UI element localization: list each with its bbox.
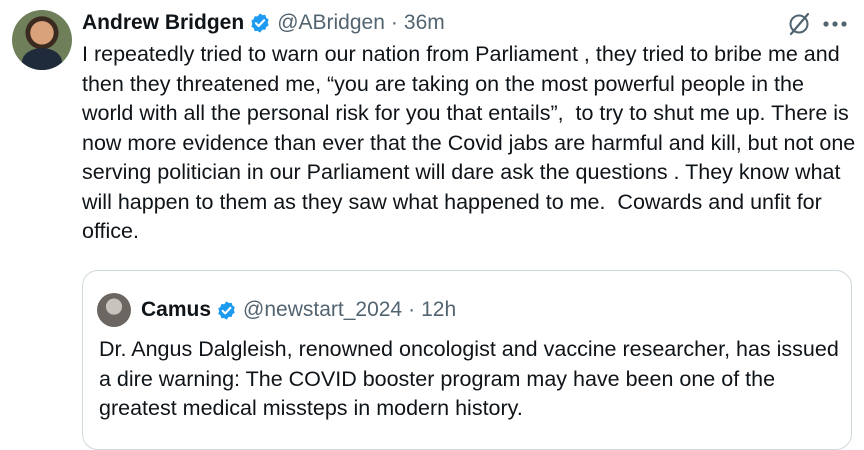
separator-dot: · (408, 298, 416, 321)
separator-dot: · (390, 11, 398, 34)
author-handle[interactable]: @ABridgen (277, 11, 385, 35)
author-avatar[interactable] (12, 10, 72, 70)
quote-timestamp[interactable]: 12h (421, 298, 456, 322)
tweet-text: I repeatedly tried to warn our nation fr… (82, 42, 862, 243)
grok-icon[interactable] (787, 12, 811, 36)
verified-badge-icon (251, 13, 269, 33)
quote-author-name[interactable]: Camus (141, 298, 211, 322)
verified-badge-icon (218, 300, 235, 320)
timestamp[interactable]: 36m (404, 11, 445, 35)
more-options-icon[interactable] (818, 10, 852, 36)
quote-author-handle[interactable]: @newstart_2024 (243, 298, 402, 322)
author-name[interactable]: Andrew Bridgen (82, 11, 244, 35)
tweet-header: Andrew Bridgen @ABridgen · 36m (82, 8, 445, 38)
quote-author-avatar[interactable] (97, 293, 131, 327)
quote-header: Camus @newstart_2024 · 12h (141, 293, 456, 327)
quoted-tweet[interactable]: Camus @newstart_2024 · 12h Dr. Angus Dal… (82, 270, 852, 450)
quote-text: Dr. Angus Dalgleish, renowned oncologist… (99, 337, 839, 420)
